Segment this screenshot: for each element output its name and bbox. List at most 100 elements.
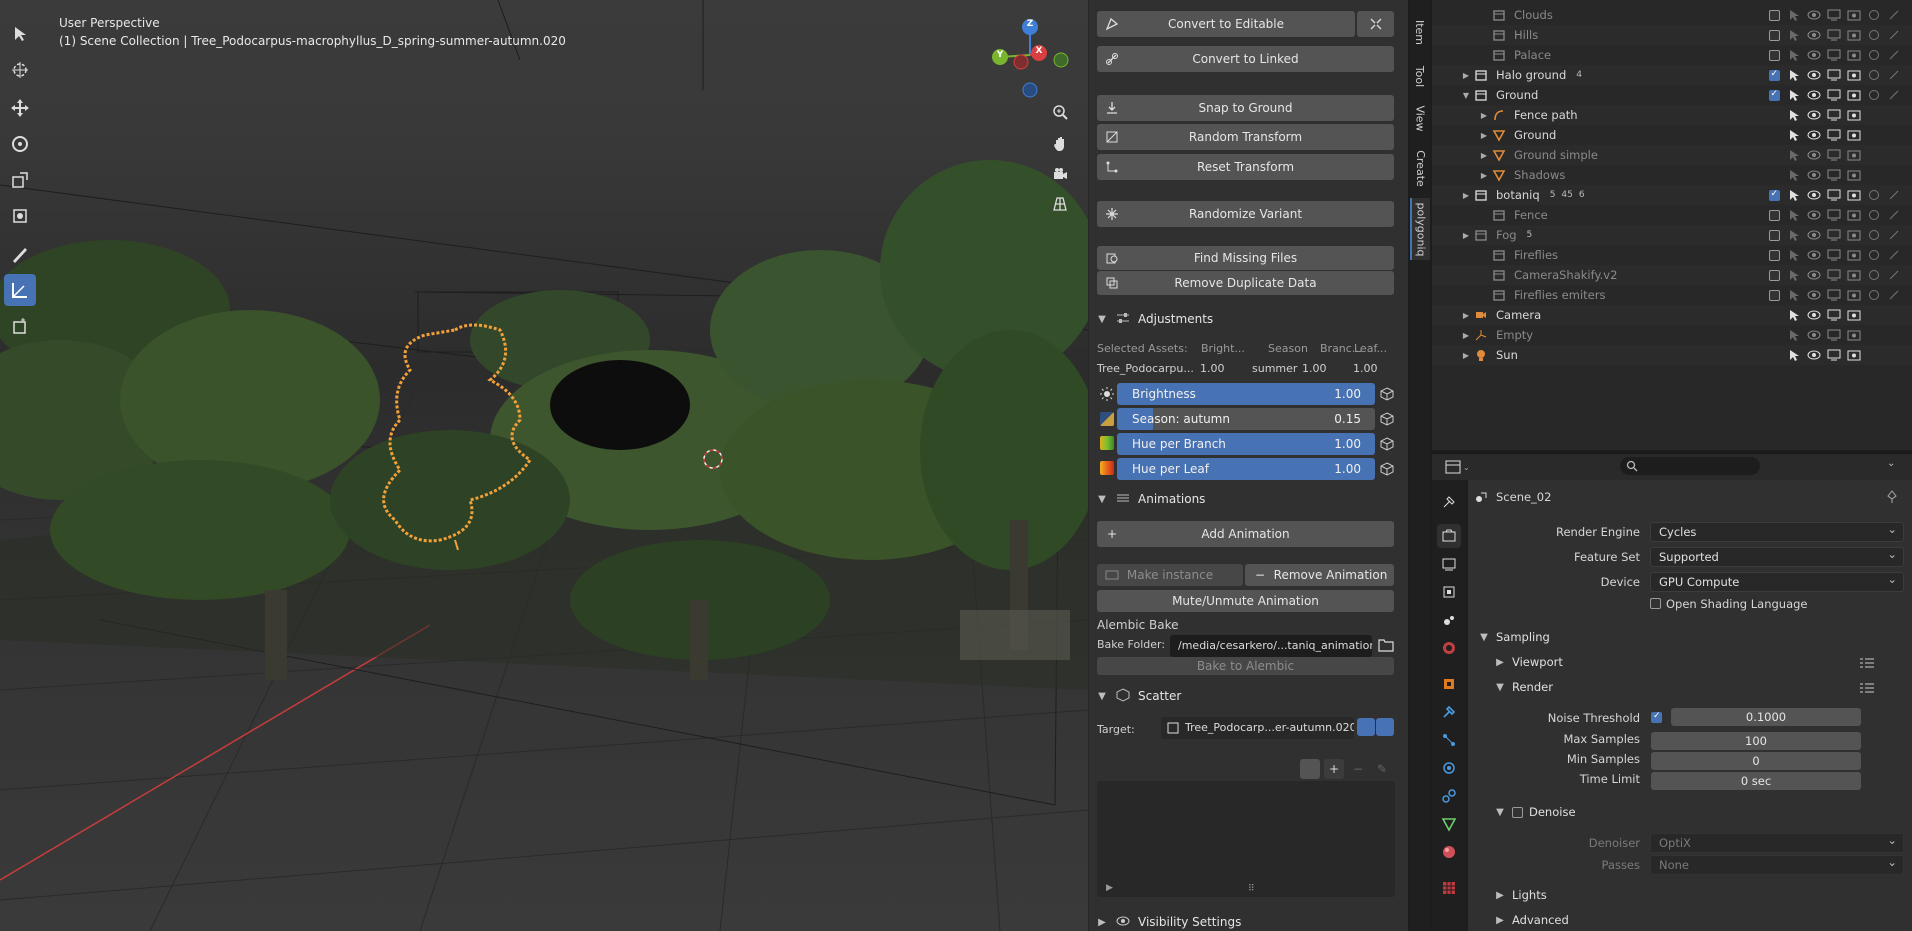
disclosure-triangle-icon[interactable]: ▶ [1460,191,1472,200]
scatter-target-field[interactable]: Tree_Podocarp...er-autumn.020 [1161,717,1354,739]
remove-item-icon[interactable]: − [1348,759,1368,779]
eye-icon[interactable] [1807,69,1821,81]
monitor-icon[interactable] [1827,69,1841,81]
holdout-icon[interactable] [1868,29,1880,41]
hue-per-leaf-slider[interactable]: Hue per Leaf 1.00 [1117,458,1375,480]
feature-set-dropdown[interactable]: Supported [1650,545,1904,567]
render-camera-icon[interactable] [1847,329,1861,341]
disclosure-triangle-icon[interactable]: ▶ [1478,151,1490,160]
select-arrow-icon[interactable] [1788,129,1800,141]
tab-tool[interactable]: Tool [1410,58,1430,94]
random-transform-button[interactable]: Random Transform [1097,124,1394,150]
make-instance-button[interactable]: Make instance [1097,564,1243,586]
render-subpanel-header[interactable]: ▼ Render [1494,680,1553,694]
add-cube-tool-icon[interactable] [4,310,36,342]
render-camera-icon[interactable] [1847,29,1861,41]
season-slider[interactable]: Season: autumn 0.15 [1117,408,1375,430]
advanced-subpanel-header[interactable]: ▶ Advanced [1494,913,1569,927]
denoise-checkbox[interactable] [1512,806,1523,818]
max-samples-field[interactable]: 100 [1651,732,1861,750]
monitor-icon[interactable] [1827,169,1841,181]
camera-toggle-icon[interactable] [1376,718,1394,736]
render-camera-icon[interactable] [1847,89,1861,101]
min-samples-field[interactable]: 0 [1651,752,1861,770]
noise-threshold-checkbox[interactable] [1651,711,1662,723]
eye-icon[interactable] [1807,89,1821,101]
tab-item[interactable]: Item [1410,12,1430,52]
hue-per-branch-slider[interactable]: Hue per Branch 1.00 [1117,433,1375,455]
convert-to-editable-button[interactable]: Convert to Editable [1097,11,1355,37]
select-arrow-icon[interactable] [1788,89,1800,101]
bake-to-alembic-button[interactable]: Bake to Alembic [1097,657,1394,675]
brightness-slider[interactable]: Brightness 1.00 [1117,383,1375,405]
lights-subpanel-header[interactable]: ▶ Lights [1494,888,1547,902]
scatter-path-icon[interactable] [1300,759,1320,779]
render-list-icon[interactable] [1860,682,1874,697]
modifier-properties-icon[interactable] [1437,700,1461,724]
brightness-cube-icon[interactable] [1378,385,1396,403]
season-cube-icon[interactable] [1378,410,1396,428]
eye-icon[interactable] [1807,269,1821,281]
eye-icon[interactable] [1807,129,1821,141]
passes-dropdown[interactable]: None [1650,853,1904,875]
render-camera-icon[interactable] [1847,129,1861,141]
indirect-only-icon[interactable] [1888,29,1900,41]
render-properties-icon[interactable] [1437,524,1461,548]
zoom-icon[interactable] [1046,98,1074,126]
exclude-checkbox[interactable] [1768,289,1780,301]
render-camera-icon[interactable] [1847,289,1861,301]
monitor-icon[interactable] [1827,329,1841,341]
render-camera-icon[interactable] [1847,49,1861,61]
exclude-checkbox[interactable] [1768,269,1780,281]
particles-properties-icon[interactable] [1437,728,1461,752]
move-tool-icon[interactable] [4,92,36,124]
eye-icon[interactable] [1807,109,1821,121]
indirect-only-icon[interactable] [1888,249,1900,261]
monitor-icon[interactable] [1827,229,1841,241]
render-camera-icon[interactable] [1847,109,1861,121]
monitor-icon[interactable] [1827,89,1841,101]
resize-grip-icon[interactable]: ⠿ [1248,884,1255,894]
holdout-icon[interactable] [1868,49,1880,61]
pan-hand-icon[interactable] [1046,130,1074,158]
animations-header[interactable]: ▼ Animations [1096,488,1396,510]
render-camera-icon[interactable] [1847,169,1861,181]
annotate-tool-icon[interactable] [4,238,36,270]
camera-view-icon[interactable] [1046,160,1074,188]
render-camera-icon[interactable] [1847,69,1861,81]
properties-search-input[interactable] [1620,457,1760,475]
monitor-icon[interactable] [1827,349,1841,361]
eye-icon[interactable] [1807,209,1821,221]
select-arrow-icon[interactable] [1788,149,1800,161]
branch-cube-icon[interactable] [1378,435,1396,453]
eye-icon[interactable] [1807,9,1821,21]
holdout-icon[interactable] [1868,89,1880,101]
remove-duplicate-data-button[interactable]: Remove Duplicate Data [1097,271,1394,295]
exclude-checkbox[interactable] [1768,29,1780,41]
select-arrow-icon[interactable] [1788,209,1800,221]
gizmo-x-label[interactable]: X [1034,46,1044,56]
holdout-icon[interactable] [1868,189,1880,201]
indirect-only-icon[interactable] [1888,269,1900,281]
indirect-only-icon[interactable] [1888,49,1900,61]
viewport-list-icon[interactable] [1860,657,1874,672]
edit-icon[interactable]: ✎ [1372,759,1392,779]
exclude-checkbox[interactable] [1768,189,1780,201]
transform-tool-icon[interactable] [4,200,36,232]
select-arrow-icon[interactable] [1788,309,1800,321]
select-arrow-icon[interactable] [1788,109,1800,121]
viewport-subpanel-header[interactable]: ▶ Viewport [1494,655,1563,669]
noise-threshold-field[interactable]: 0.1000 [1671,708,1861,726]
holdout-icon[interactable] [1868,9,1880,21]
monitor-icon[interactable] [1827,129,1841,141]
exclude-checkbox[interactable] [1768,209,1780,221]
select-arrow-icon[interactable] [1788,229,1800,241]
monitor-icon[interactable] [1827,189,1841,201]
randomize-variant-button[interactable]: Randomize Variant [1097,201,1394,227]
eye-icon[interactable] [1807,309,1821,321]
eye-icon[interactable] [1807,189,1821,201]
texture-properties-icon[interactable] [1437,876,1461,900]
material-properties-icon[interactable] [1437,840,1461,864]
scatter-header[interactable]: ▼ Scatter [1096,685,1396,707]
select-arrow-icon[interactable] [1788,69,1800,81]
